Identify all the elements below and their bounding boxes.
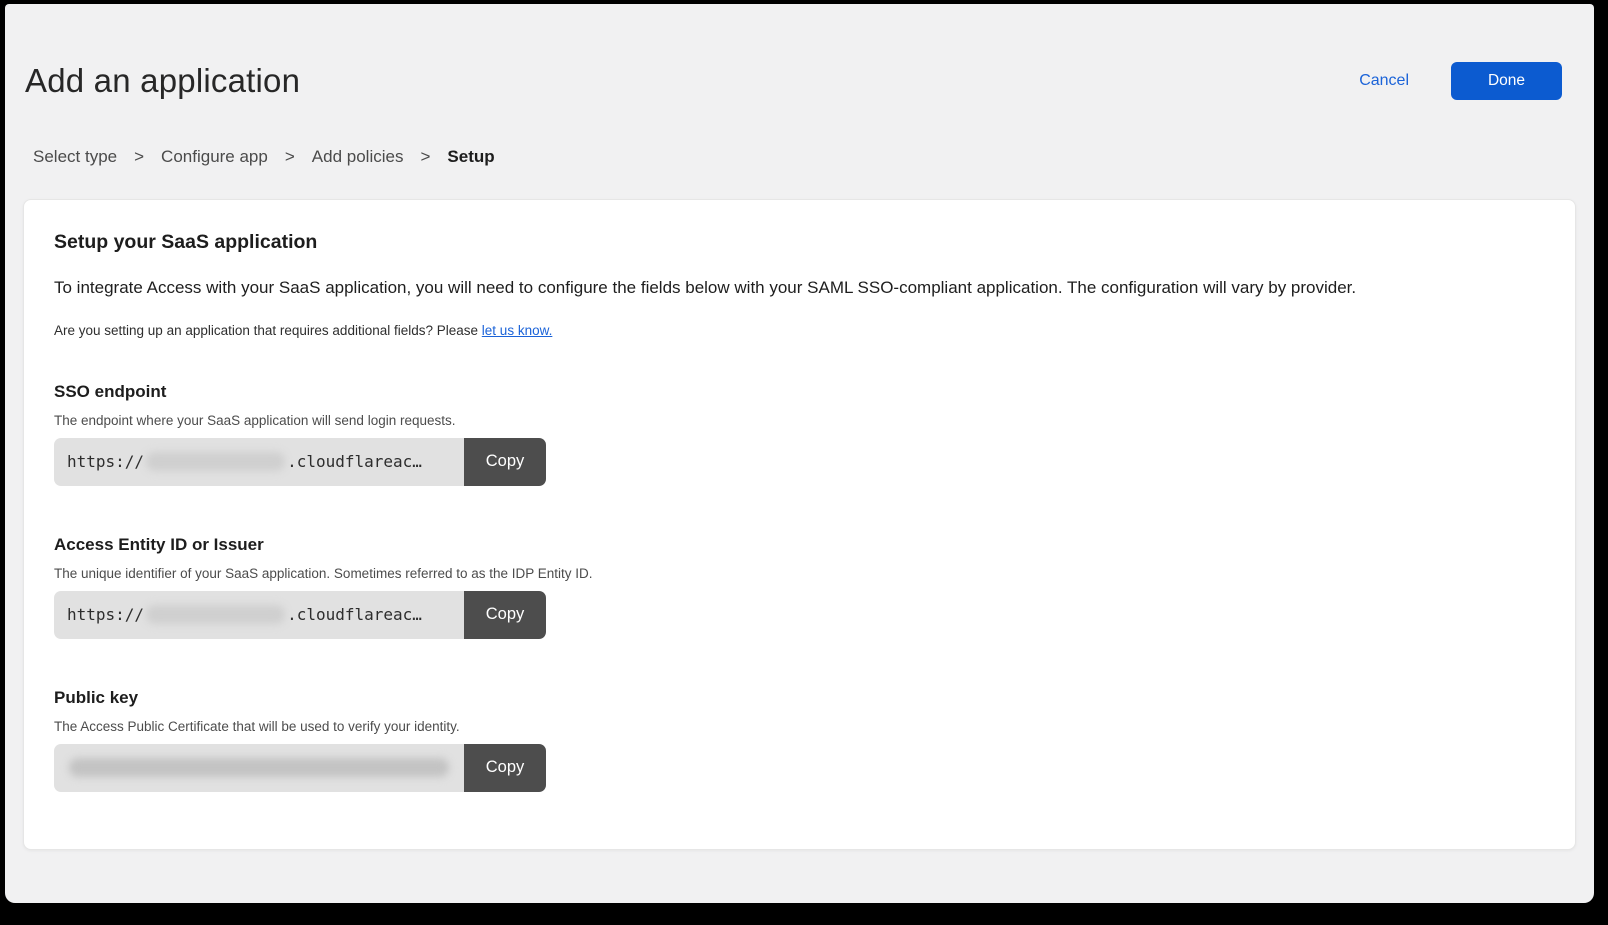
- redacted-value: [146, 605, 285, 624]
- breadcrumb-step-add-policies[interactable]: Add policies: [312, 147, 404, 167]
- redacted-value: [146, 452, 285, 471]
- breadcrumb-separator: >: [420, 147, 430, 167]
- value-prefix: https://: [67, 605, 144, 624]
- breadcrumb-separator: >: [285, 147, 295, 167]
- breadcrumb-step-setup: Setup: [447, 147, 494, 167]
- access-entity-id-copy-button[interactable]: Copy: [464, 591, 546, 639]
- value-suffix: .cloudflareac…: [287, 605, 422, 624]
- card-intro: To integrate Access with your SaaS appli…: [54, 277, 1545, 300]
- field-description: The unique identifier of your SaaS appli…: [54, 566, 1545, 581]
- public-key-value: [54, 744, 464, 792]
- card-title: Setup your SaaS application: [54, 231, 1545, 254]
- setup-card: Setup your SaaS application To integrate…: [23, 199, 1576, 850]
- field-description: The endpoint where your SaaS application…: [54, 413, 1545, 428]
- cancel-button[interactable]: Cancel: [1359, 72, 1409, 90]
- card-note: Are you setting up an application that r…: [54, 323, 1545, 338]
- page-title: Add an application: [25, 62, 300, 100]
- done-button[interactable]: Done: [1451, 62, 1562, 100]
- breadcrumb-step-select-type[interactable]: Select type: [33, 147, 117, 167]
- breadcrumb-step-configure-app[interactable]: Configure app: [161, 147, 268, 167]
- redacted-value: [69, 758, 449, 777]
- card-note-text: Are you setting up an application that r…: [54, 323, 478, 338]
- public-key-code-row: Copy: [54, 744, 546, 792]
- field-label: SSO endpoint: [54, 382, 1545, 402]
- value-prefix: https://: [67, 452, 144, 471]
- page: Add an application Cancel Done Select ty…: [5, 4, 1594, 903]
- sso-endpoint-code-row: https:// .cloudflareac… Copy: [54, 438, 546, 486]
- field-label: Access Entity ID or Issuer: [54, 535, 1545, 555]
- sso-endpoint-copy-button[interactable]: Copy: [464, 438, 546, 486]
- field-access-entity-id: Access Entity ID or Issuer The unique id…: [54, 535, 1545, 639]
- let-us-know-link[interactable]: let us know.: [482, 323, 553, 338]
- page-header: Add an application Cancel Done: [5, 4, 1594, 100]
- sso-endpoint-value: https:// .cloudflareac…: [54, 438, 464, 486]
- breadcrumb-separator: >: [134, 147, 144, 167]
- public-key-copy-button[interactable]: Copy: [464, 744, 546, 792]
- header-actions: Cancel Done: [1359, 62, 1562, 100]
- field-public-key: Public key The Access Public Certificate…: [54, 688, 1545, 792]
- field-sso-endpoint: SSO endpoint The endpoint where your Saa…: [54, 382, 1545, 486]
- access-entity-id-value: https:// .cloudflareac…: [54, 591, 464, 639]
- value-suffix: .cloudflareac…: [287, 452, 422, 471]
- field-label: Public key: [54, 688, 1545, 708]
- field-description: The Access Public Certificate that will …: [54, 719, 1545, 734]
- breadcrumb: Select type > Configure app > Add polici…: [5, 147, 1594, 167]
- access-entity-id-code-row: https:// .cloudflareac… Copy: [54, 591, 546, 639]
